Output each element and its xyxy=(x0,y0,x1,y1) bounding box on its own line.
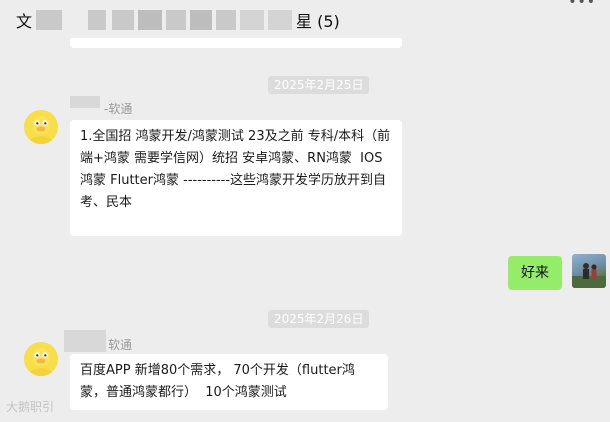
redacted-title-block xyxy=(268,10,292,30)
duck-avatar[interactable] xyxy=(24,342,58,376)
outgoing-message-bubble[interactable]: 好来 xyxy=(508,256,562,290)
duck-avatar-icon xyxy=(24,342,58,376)
date-separator: 2025年2月26日 xyxy=(268,310,370,328)
redacted-title-block xyxy=(138,10,162,30)
watermark-text: 大鹅职引 xyxy=(6,400,55,414)
redacted-title-block xyxy=(240,10,264,30)
redacted-title-block xyxy=(112,10,134,30)
redacted-sender-name xyxy=(70,96,100,108)
redacted-title-block xyxy=(36,10,62,30)
date-separator: 2025年2月25日 xyxy=(268,76,370,94)
chat-title-prefix: 文 xyxy=(16,12,33,31)
duck-avatar[interactable] xyxy=(24,110,58,144)
self-avatar[interactable] xyxy=(572,254,606,288)
self-avatar-photo-icon xyxy=(572,263,606,288)
previous-message-bubble xyxy=(70,38,402,48)
sender-org-label: -软通 xyxy=(104,102,133,116)
redacted-title-block xyxy=(166,10,186,30)
sender-org-label: 软通 xyxy=(108,338,133,352)
more-dots-icon[interactable]: ••• xyxy=(568,0,596,10)
chat-header: 文 星 (5) ••• xyxy=(0,0,610,38)
redacted-sender-name xyxy=(64,330,106,352)
incoming-message-bubble[interactable]: 1.全国招 鸿蒙开发/鸿蒙测试 23及之前 专科/本科（前端+鸿蒙 需要学信网）… xyxy=(70,120,402,236)
redacted-title-block xyxy=(88,10,106,30)
chat-title-suffix: 星 (5) xyxy=(296,12,340,31)
redacted-title-block xyxy=(216,10,236,30)
redacted-title-block xyxy=(190,10,212,30)
incoming-message-bubble[interactable]: 百度APP 新增80个需求， 70个开发（flutter鸿蒙，普通鸿蒙都行） 1… xyxy=(70,354,388,410)
duck-avatar-icon xyxy=(24,110,58,144)
